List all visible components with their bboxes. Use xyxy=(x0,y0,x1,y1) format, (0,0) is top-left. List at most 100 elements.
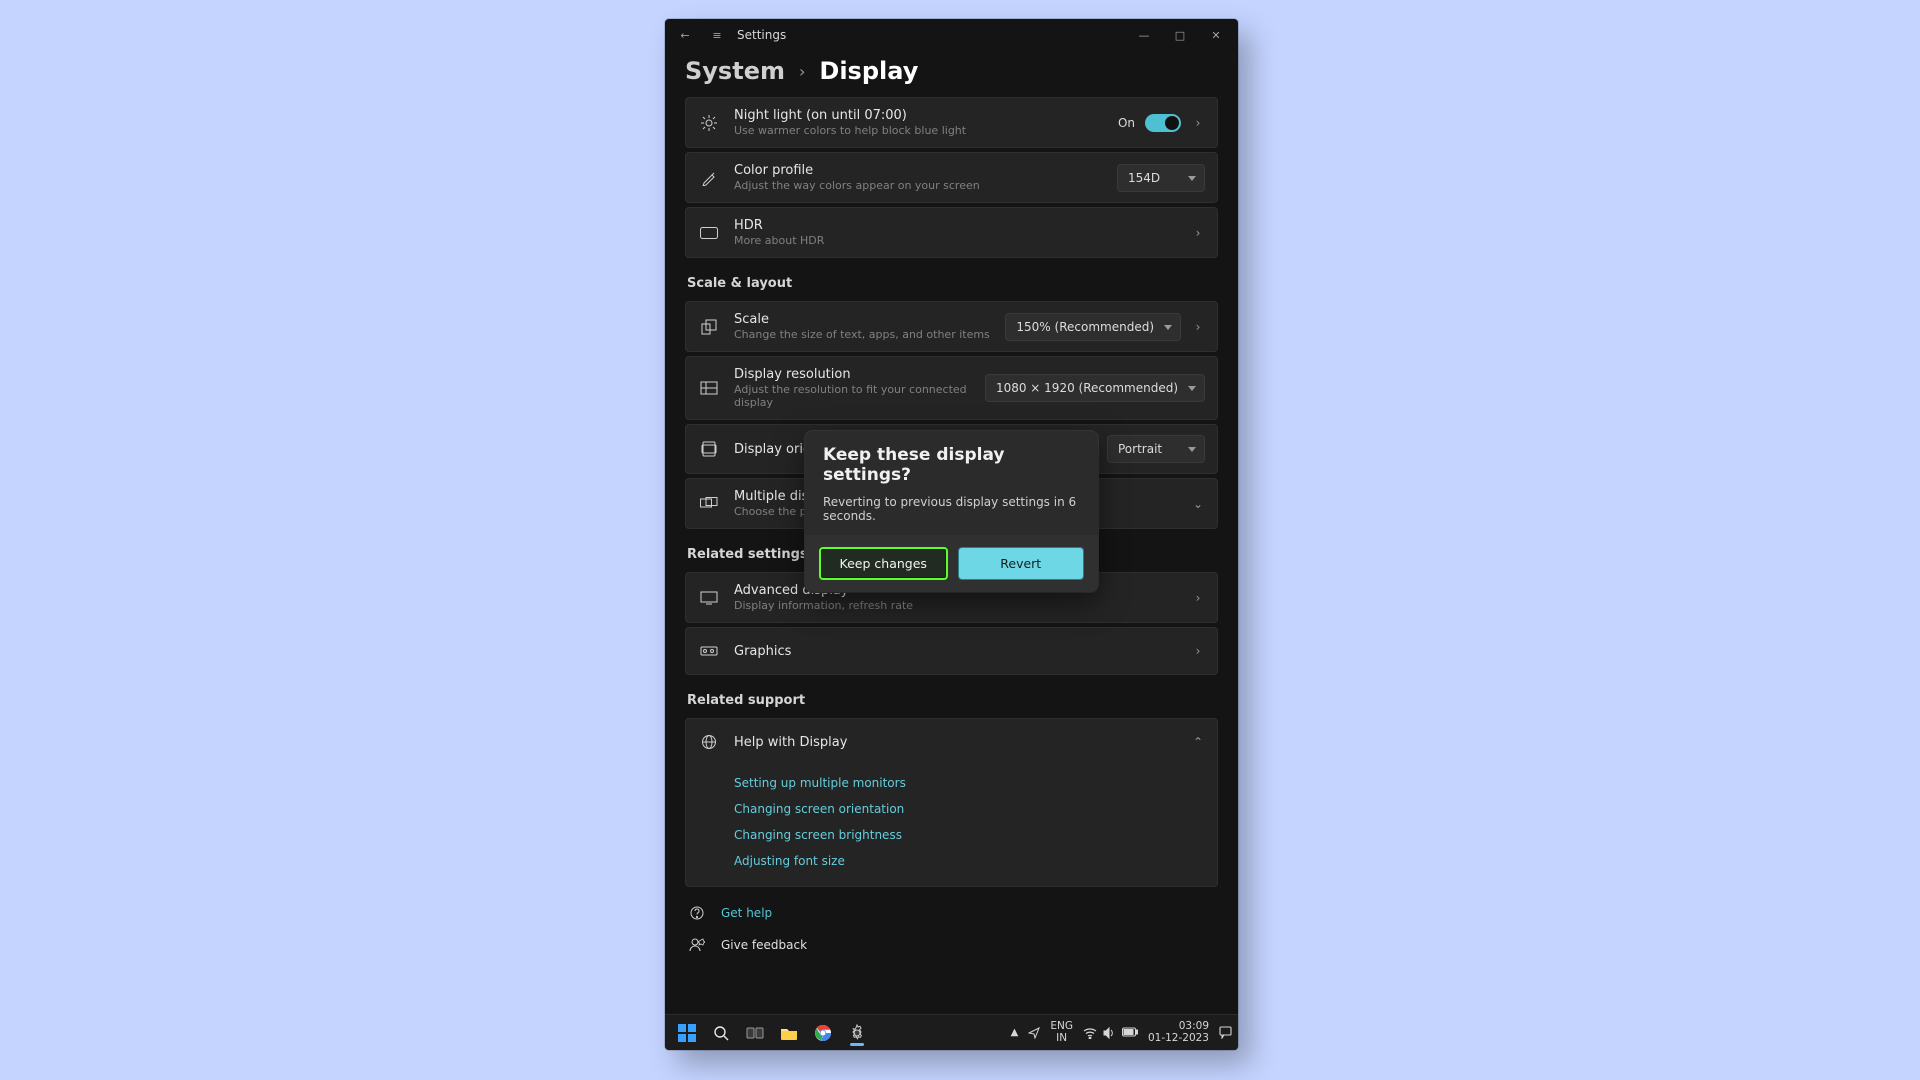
taskbar-settings[interactable] xyxy=(841,1018,873,1048)
help-icon xyxy=(698,734,720,750)
get-help-icon xyxy=(687,905,707,921)
back-icon: ← xyxy=(680,30,689,41)
chevron-right-icon: › xyxy=(1191,116,1205,130)
scale-sub: Change the size of text, apps, and other… xyxy=(734,328,991,341)
dialog-msg-suffix: seconds. xyxy=(823,509,876,523)
taskbar-search[interactable] xyxy=(705,1018,737,1048)
color-profile-title: Color profile xyxy=(734,163,1103,178)
scale-icon xyxy=(698,319,720,335)
help-link-font-size[interactable]: Adjusting font size xyxy=(734,848,1205,874)
row-color-profile[interactable]: Color profile Adjust the way colors appe… xyxy=(685,152,1218,203)
link-give-feedback[interactable]: Give feedback xyxy=(685,929,1218,961)
row-graphics[interactable]: Graphics › xyxy=(685,627,1218,675)
chevron-down-icon: ⌄ xyxy=(1191,497,1205,511)
multiple-displays-icon xyxy=(698,497,720,511)
location-icon[interactable] xyxy=(1028,1027,1040,1039)
night-light-toggle[interactable] xyxy=(1145,114,1181,132)
breadcrumb: System › Display xyxy=(665,51,1238,97)
night-light-icon xyxy=(698,115,720,131)
row-resolution[interactable]: Display resolution Adjust the resolution… xyxy=(685,356,1218,420)
row-scale[interactable]: Scale Change the size of text, apps, and… xyxy=(685,301,1218,352)
gear-icon xyxy=(848,1024,866,1042)
maximize-icon: □ xyxy=(1175,30,1185,41)
close-button[interactable]: ✕ xyxy=(1198,19,1234,51)
taskview-icon xyxy=(746,1026,764,1040)
maximize-button[interactable]: □ xyxy=(1162,19,1198,51)
color-profile-select[interactable]: 154D xyxy=(1117,164,1205,192)
help-title: Help with Display xyxy=(734,735,1177,750)
lang-top: ENG xyxy=(1050,1021,1073,1032)
resolution-sub: Adjust the resolution to fit your connec… xyxy=(734,383,971,409)
help-link-multiple-monitors[interactable]: Setting up multiple monitors xyxy=(734,770,1205,796)
graphics-icon xyxy=(698,644,720,658)
system-tray[interactable]: ▲ ENG IN 03:09 01-12-2023 xyxy=(1011,1021,1232,1043)
taskbar-file-explorer[interactable] xyxy=(773,1018,805,1048)
breadcrumb-current: Display xyxy=(819,57,918,85)
chevron-right-icon: › xyxy=(799,62,805,81)
help-links: Setting up multiple monitors Changing sc… xyxy=(685,764,1218,887)
hdr-icon xyxy=(698,227,720,239)
clock[interactable]: 03:09 01-12-2023 xyxy=(1148,1021,1209,1043)
time-label: 03:09 xyxy=(1148,1021,1209,1032)
menu-icon: ≡ xyxy=(712,30,721,41)
night-light-title: Night light (on until 07:00) xyxy=(734,108,1104,123)
chevron-right-icon: › xyxy=(1191,591,1205,605)
graphics-title: Graphics xyxy=(734,644,1177,659)
dialog-countdown: 6 xyxy=(1069,495,1077,509)
titlebar: ← ≡ Settings — □ ✕ xyxy=(665,19,1238,51)
minimize-button[interactable]: — xyxy=(1126,19,1162,51)
night-light-state: On xyxy=(1118,116,1135,130)
advanced-display-icon xyxy=(698,591,720,605)
help-link-brightness[interactable]: Changing screen brightness xyxy=(734,822,1205,848)
scale-title: Scale xyxy=(734,312,991,327)
breadcrumb-parent[interactable]: System xyxy=(685,57,785,85)
language-indicator[interactable]: ENG IN xyxy=(1050,1021,1073,1043)
feedback-icon xyxy=(687,937,707,953)
scale-select[interactable]: 150% (Recommended) xyxy=(1005,313,1181,341)
resolution-select[interactable]: 1080 × 1920 (Recommended) xyxy=(985,374,1205,402)
dialog-msg-prefix: Reverting to previous display settings i… xyxy=(823,495,1069,509)
hdr-link[interactable]: More about HDR xyxy=(734,234,1177,247)
section-related-support: Related support xyxy=(687,693,1218,708)
orientation-select[interactable]: Portrait xyxy=(1107,435,1205,463)
section-scale-layout: Scale & layout xyxy=(687,276,1218,291)
back-button[interactable]: ← xyxy=(669,19,701,51)
resolution-title: Display resolution xyxy=(734,367,971,382)
date-label: 01-12-2023 xyxy=(1148,1033,1209,1044)
chevron-up-icon: ⌃ xyxy=(1191,735,1205,749)
orientation-icon xyxy=(698,441,720,457)
link-get-help[interactable]: Get help xyxy=(685,897,1218,929)
help-link-orientation[interactable]: Changing screen orientation xyxy=(734,796,1205,822)
dialog-message: Reverting to previous display settings i… xyxy=(823,495,1080,523)
nav-menu-button[interactable]: ≡ xyxy=(701,19,733,51)
revert-button[interactable]: Revert xyxy=(958,547,1085,580)
keep-changes-button[interactable]: Keep changes xyxy=(819,547,948,580)
color-profile-icon xyxy=(698,170,720,186)
advanced-display-sub: Display information, refresh rate xyxy=(734,599,1177,612)
chevron-right-icon: › xyxy=(1191,320,1205,334)
resolution-icon xyxy=(698,381,720,395)
chevron-right-icon: › xyxy=(1191,644,1205,658)
hdr-title: HDR xyxy=(734,218,1177,233)
taskbar-chrome[interactable] xyxy=(807,1018,839,1048)
dialog-title: Keep these display settings? xyxy=(823,445,1080,485)
volume-icon[interactable] xyxy=(1103,1027,1116,1039)
notifications-icon[interactable] xyxy=(1219,1026,1232,1039)
search-icon xyxy=(713,1025,729,1041)
taskbar-taskview[interactable] xyxy=(739,1018,771,1048)
get-help-label: Get help xyxy=(721,906,772,920)
windows-icon xyxy=(678,1024,696,1042)
start-button[interactable] xyxy=(671,1018,703,1048)
close-icon: ✕ xyxy=(1211,30,1220,41)
row-hdr[interactable]: HDR More about HDR › xyxy=(685,207,1218,258)
window-controls: — □ ✕ xyxy=(1126,19,1234,51)
color-profile-sub: Adjust the way colors appear on your scr… xyxy=(734,179,1103,192)
minimize-icon: — xyxy=(1139,30,1150,41)
lang-bot: IN xyxy=(1050,1033,1073,1044)
tray-overflow-icon[interactable]: ▲ xyxy=(1011,1027,1019,1038)
app-name-label: Settings xyxy=(737,28,786,42)
row-help-display[interactable]: Help with Display ⌃ xyxy=(685,718,1218,766)
battery-icon[interactable] xyxy=(1122,1027,1138,1039)
wifi-icon[interactable] xyxy=(1083,1027,1097,1039)
row-night-light[interactable]: Night light (on until 07:00) Use warmer … xyxy=(685,97,1218,148)
